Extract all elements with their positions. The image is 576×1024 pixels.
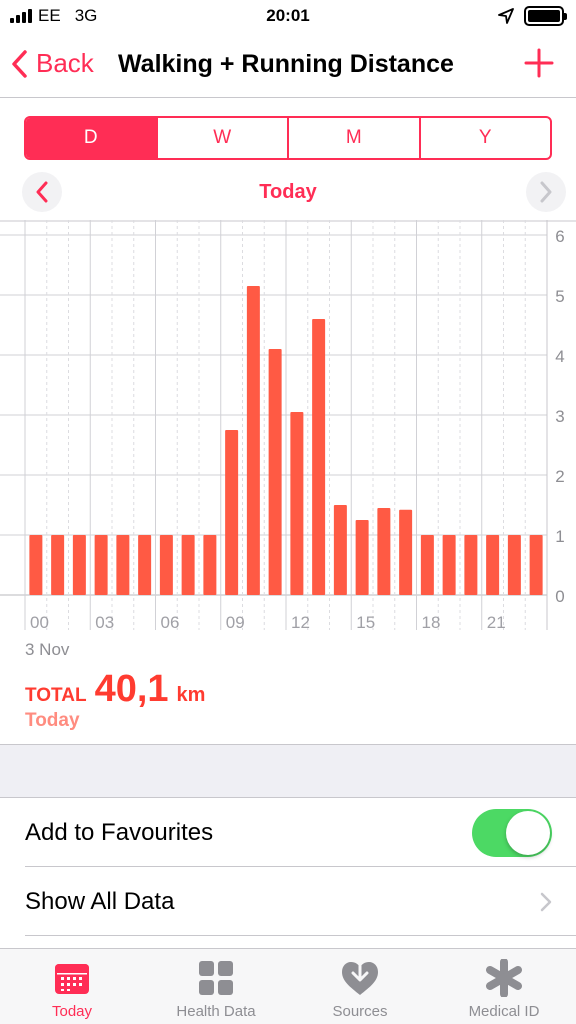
favourites-toggle[interactable] [472,809,552,857]
status-right [498,6,567,26]
toggle-knob [506,811,550,855]
chart-bar [333,505,347,595]
tab-label: Health Data [176,1003,256,1020]
chart-bar [486,535,500,595]
total-summary: TOTAL 40,1 km [25,668,205,711]
chart-bar [399,509,413,595]
x-tick-label: 00 [30,613,49,632]
plus-icon [524,48,554,78]
grid-icon [199,961,233,995]
x-tick-label: 03 [95,613,114,632]
chart-bar [29,535,43,595]
chart-bar [464,535,478,595]
heart-download-icon [342,959,378,995]
y-tick-label: 1 [555,527,564,546]
back-button[interactable]: Back [10,48,94,79]
status-bar: EE 3G 20:01 [0,0,576,34]
total-period: Today [25,710,80,731]
period-segmented-control: D W M Y [24,116,552,160]
calendar-icon [55,964,89,994]
navigation-bar: Back Walking + Running Distance [0,34,576,98]
show-all-data-label: Show All Data [25,888,175,915]
x-tick-label: 09 [226,613,245,632]
total-value: 40,1 [94,668,169,710]
chart-date-label: 3 Nov [25,640,70,659]
battery-icon [524,6,567,26]
tab-sources[interactable]: Sources [288,949,432,1024]
back-label: Back [36,48,94,78]
x-tick-label: 12 [291,613,310,632]
x-tick-label: 15 [356,613,375,632]
tab-medical-id[interactable]: Medical ID [432,949,576,1024]
total-unit: km [176,684,206,706]
location-arrow-icon [498,8,514,24]
add-to-favourites-label: Add to Favourites [25,819,214,846]
y-tick-label: 5 [555,287,564,306]
asterisk-icon [486,959,522,997]
segment-week[interactable]: W [155,118,288,158]
chart-bar [138,535,152,595]
section-gap [0,745,576,798]
chart-bar [72,535,86,595]
tab-label: Medical ID [468,1003,540,1020]
page-title: Walking + Running Distance [118,50,454,78]
tab-today[interactable]: Today [0,949,144,1024]
current-date-label: Today [259,181,317,203]
chart-bar [529,535,543,595]
x-tick-label: 18 [422,613,441,632]
tab-health-data[interactable]: Health Data [144,949,288,1024]
chart-bar [420,535,434,595]
add-button[interactable] [524,48,554,83]
chart-bar [312,319,326,595]
chart-bar [203,535,217,595]
tab-label: Today [51,1003,93,1020]
chart-bar [225,430,239,595]
chevron-left-icon [12,49,27,78]
bar-chart: 012345600 03 06 09 12 15 18 21 [0,220,576,632]
chart-bar [442,535,456,595]
chart-bar [51,535,65,595]
total-label: TOTAL [25,685,87,706]
chart-bar [507,535,521,595]
next-date-button[interactable] [526,172,566,212]
add-to-favourites-row: Add to Favourites [0,799,576,867]
x-tick-label: 06 [161,613,180,632]
chart-bar [159,535,173,595]
chart-bar [377,508,391,595]
chart-bar [116,535,130,595]
chart-bar [355,520,369,595]
chevron-right-icon [540,892,552,912]
chevron-right-icon [540,181,552,203]
tab-bar: Today Health Data Sources Medical ID [0,948,576,1024]
x-tick-label: 21 [487,613,506,632]
show-all-data-row[interactable]: Show All Data [0,868,576,936]
date-navigator: Today [0,170,576,214]
chart-bar [94,535,108,595]
segment-day[interactable]: D [26,118,156,158]
y-tick-label: 4 [555,347,564,366]
y-tick-label: 0 [555,587,564,606]
chart-bar [246,286,260,595]
segment-year[interactable]: Y [418,118,551,158]
distance-chart: 0 1 2 3 4 5 6 00 03 06 09 12 15 18 21 [0,220,576,640]
y-tick-label: 6 [555,227,564,246]
chart-bar [268,349,282,595]
tab-label: Sources [332,1003,388,1020]
y-tick-label: 3 [555,407,564,426]
row-separator [25,866,576,867]
row-separator [25,935,576,936]
chart-bar [290,412,304,595]
segment-month[interactable]: M [287,118,419,158]
y-tick-label: 2 [555,467,564,486]
status-time: 20:01 [266,6,310,25]
chart-bar [181,535,195,595]
